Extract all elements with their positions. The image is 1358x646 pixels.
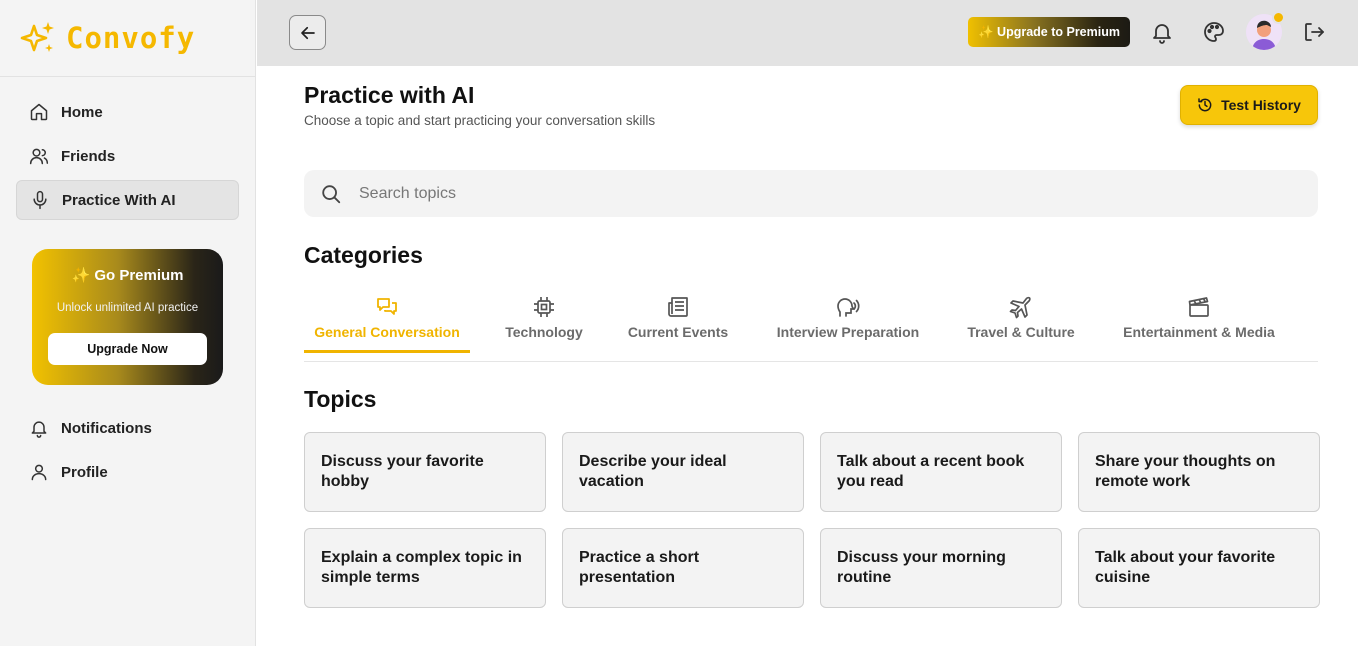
sidebar-item-profile[interactable]: Profile [16, 452, 240, 492]
test-history-label: Test History [1221, 97, 1301, 113]
sidebar-item-label: Profile [61, 463, 108, 481]
bell-icon [31, 421, 47, 438]
avatar-crown-badge [1272, 11, 1285, 24]
top-bar: ✨ Upgrade to Premium [257, 0, 1358, 66]
page-subtitle: Choose a topic and start practicing your… [304, 113, 656, 128]
categories-heading: Categories [304, 242, 423, 268]
bell-icon[interactable] [1150, 20, 1174, 44]
user-icon [31, 464, 47, 481]
category-tabs: General Conversation Technology Current … [304, 292, 1318, 362]
chat-bubbles-icon [377, 298, 397, 315]
topic-card[interactable]: Discuss your favorite hobby [304, 432, 546, 512]
back-arrow-icon [300, 26, 315, 39]
sidebar-item-notifications[interactable]: Notifications [16, 408, 240, 448]
page-title: Practice with AI [304, 82, 475, 108]
brand-name: Convofy [66, 21, 196, 55]
sidebar-item-label: Notifications [61, 419, 152, 437]
clapperboard-icon [1188, 297, 1209, 317]
sidebar-item-friends[interactable]: Friends [16, 136, 239, 176]
speaking-head-icon [837, 298, 860, 317]
tab-label: General Conversation [314, 324, 460, 340]
tab-general-conversation[interactable]: General Conversation [304, 292, 470, 353]
search-icon [322, 184, 341, 203]
sidebar-item-home[interactable]: Home [16, 92, 239, 132]
brand[interactable]: Convofy [0, 0, 255, 77]
tab-label: Technology [505, 324, 583, 340]
sidebar-nav: Home Friends Practice With AI [0, 77, 255, 220]
tab-label: Interview Preparation [776, 324, 920, 340]
search-bar [304, 170, 1318, 217]
microphone-icon [33, 190, 47, 210]
upgrade-now-button[interactable]: Upgrade Now [48, 333, 207, 365]
palette-icon[interactable] [1202, 20, 1226, 44]
back-button[interactable] [289, 15, 326, 50]
home-icon [30, 103, 48, 121]
topic-card[interactable]: Talk about a recent book you read [820, 432, 1062, 512]
topic-card[interactable]: Explain a complex topic in simple terms [304, 528, 546, 608]
app-root: Convofy Home Friends Practice With AI ✨ … [0, 0, 1358, 646]
premium-card: ✨ Go Premium Unlock unlimited AI practic… [32, 249, 223, 385]
sidebar-item-practice-with-ai[interactable]: Practice With AI [16, 180, 239, 220]
users-icon [29, 148, 49, 165]
history-icon [1198, 98, 1212, 112]
tab-label: Entertainment & Media [1123, 324, 1275, 340]
topic-card[interactable]: Discuss your morning routine [820, 528, 1062, 608]
topic-card[interactable]: Talk about your favorite cuisine [1078, 528, 1320, 608]
sparkles-icon [20, 22, 54, 52]
topic-card[interactable]: Describe your ideal vacation [562, 432, 804, 512]
search-input[interactable] [359, 184, 1259, 203]
tab-label: Travel & Culture [967, 324, 1075, 340]
newspaper-icon [668, 297, 688, 317]
cpu-chip-icon [534, 297, 554, 317]
test-history-button[interactable]: Test History [1180, 85, 1318, 125]
sidebar-item-label: Home [61, 103, 103, 121]
airplane-icon [1009, 296, 1031, 319]
tab-label: Current Events [627, 324, 729, 340]
tab-interview-preparation[interactable]: Interview Preparation [772, 292, 924, 353]
tab-travel-culture[interactable]: Travel & Culture [965, 292, 1077, 353]
topic-card[interactable]: Share your thoughts on remote work [1078, 432, 1320, 512]
sidebar: Convofy Home Friends Practice With AI ✨ … [0, 0, 256, 646]
premium-title: ✨ Go Premium [71, 267, 184, 284]
tab-entertainment-media[interactable]: Entertainment & Media [1118, 292, 1280, 353]
upgrade-to-premium-button[interactable]: ✨ Upgrade to Premium [968, 17, 1130, 47]
tab-technology[interactable]: Technology [498, 292, 590, 353]
topic-card[interactable]: Practice a short presentation [562, 528, 804, 608]
logout-icon[interactable] [1302, 20, 1326, 44]
topics-heading: Topics [304, 386, 377, 412]
sidebar-item-label: Friends [61, 147, 116, 165]
sidebar-bottom-nav: Notifications Profile [16, 408, 240, 496]
tab-current-events[interactable]: Current Events [625, 292, 731, 353]
topics-grid: Discuss your favorite hobby Describe you… [304, 432, 1320, 608]
premium-subtitle: Unlock unlimited AI practice [56, 302, 199, 314]
sidebar-item-label: Practice With AI [62, 191, 176, 209]
